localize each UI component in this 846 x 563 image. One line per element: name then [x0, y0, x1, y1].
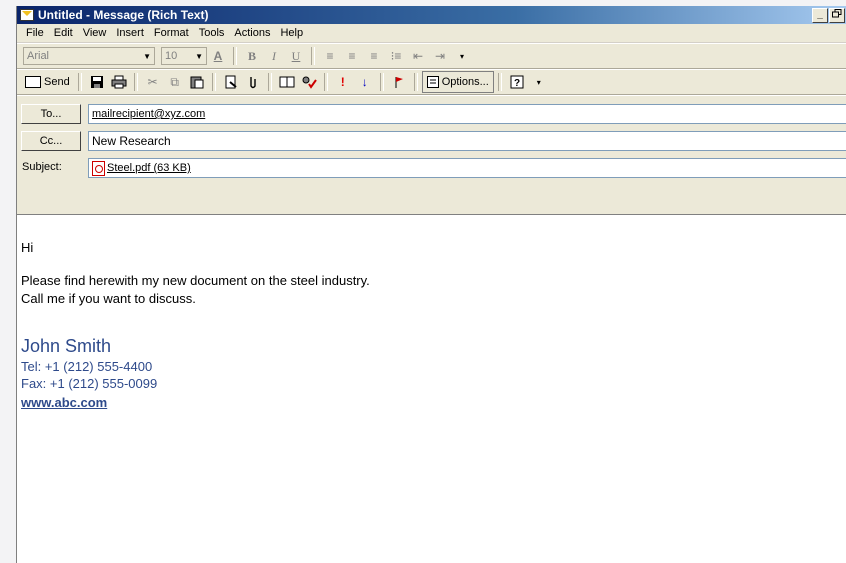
save-icon[interactable] [87, 72, 107, 92]
cc-field[interactable]: New Research [88, 131, 846, 151]
insert-file-icon[interactable] [221, 72, 241, 92]
window-controls: _ [812, 8, 845, 23]
help-icon[interactable]: ? [507, 72, 527, 92]
toolbar-separator [133, 73, 138, 91]
underline-button[interactable]: U [286, 46, 306, 66]
bullets-icon[interactable]: ⁝≡ [386, 46, 406, 66]
menu-edit[interactable]: Edit [49, 27, 78, 39]
minimize-button[interactable]: _ [812, 8, 828, 23]
options-button[interactable]: Options... [421, 71, 494, 93]
font-color-button[interactable]: A [208, 46, 228, 66]
restore-icon [832, 9, 842, 18]
send-button[interactable]: Send [21, 72, 74, 92]
menu-insert[interactable]: Insert [111, 27, 149, 39]
font-name-value: Arial [27, 50, 50, 62]
address-book-icon[interactable] [277, 72, 297, 92]
align-right-icon[interactable]: ≡ [364, 46, 384, 66]
envelope-icon [20, 9, 34, 21]
toolbar-separator [323, 73, 328, 91]
attachment-icon[interactable] [243, 72, 263, 92]
toolbar-separator [211, 73, 216, 91]
menu-file[interactable]: File [21, 27, 49, 39]
body-line-1: Please find herewith my new document on … [21, 273, 370, 288]
greeting-text: Hi [21, 240, 34, 255]
send-icon [25, 76, 41, 88]
desktop-edge [0, 0, 16, 563]
subject-label: Subject: [22, 161, 62, 173]
toolbar-separator [413, 73, 418, 91]
pdf-icon [92, 160, 105, 176]
increase-indent-icon[interactable]: ⇥ [430, 46, 450, 66]
signature-name: John Smith [21, 336, 112, 356]
check-names-icon[interactable] [299, 72, 319, 92]
subject-row: Subject: Steel.pdf (63 KB) [17, 158, 846, 180]
message-body[interactable]: Hi Please find herewith my new document … [17, 214, 846, 563]
toolbar-more-chevron-icon[interactable]: ▾ [529, 72, 549, 92]
print-icon[interactable] [109, 72, 129, 92]
toolbar-separator [311, 47, 315, 65]
toolbar-options-chevron-icon[interactable]: ▾ [452, 46, 472, 66]
to-button[interactable]: To... [21, 104, 81, 124]
message-header: To... mailrecipient@xyz.com Cc... New Re… [17, 95, 846, 192]
decrease-indent-icon[interactable]: ⇤ [408, 46, 428, 66]
to-field[interactable]: mailrecipient@xyz.com [88, 104, 846, 124]
signature-tel: Tel: +1 (212) 555-4400 [21, 359, 153, 374]
signature-website-link[interactable]: www.abc.com [21, 395, 107, 410]
cc-row: Cc... New Research [17, 131, 846, 153]
body-line-2: Call me if you want to discuss. [21, 291, 196, 306]
menu-tools[interactable]: Tools [194, 27, 230, 39]
paste-icon[interactable] [187, 72, 207, 92]
font-size-select[interactable]: 10 ▼ [161, 47, 207, 65]
high-importance-icon[interactable]: ! [333, 72, 353, 92]
cut-icon[interactable]: ✂ [143, 72, 163, 92]
toolbar-separator [497, 73, 502, 91]
cc-button[interactable]: Cc... [21, 131, 81, 151]
font-size-value: 10 [165, 50, 178, 62]
options-icon [426, 76, 439, 88]
window-title: Untitled - Message (Rich Text) [38, 8, 209, 22]
to-row: To... mailrecipient@xyz.com [17, 104, 846, 126]
align-left-icon[interactable]: ≡ [320, 46, 340, 66]
bold-button[interactable]: B [242, 46, 262, 66]
low-importance-icon[interactable]: ↓ [355, 72, 375, 92]
message-window: Untitled - Message (Rich Text) _ File Ed… [16, 6, 846, 563]
standard-toolbar: Send ✂ ⧉ ! ↓ Options... ? ▾ [17, 69, 846, 95]
toolbar-separator [233, 47, 237, 65]
menu-help[interactable]: Help [275, 27, 308, 39]
flag-icon[interactable] [389, 72, 409, 92]
attachment-link[interactable]: Steel.pdf (63 KB) [107, 162, 191, 174]
toolbar-separator [77, 73, 82, 91]
send-label: Send [44, 76, 70, 88]
svg-text:?: ? [514, 78, 520, 89]
menu-format[interactable]: Format [149, 27, 194, 39]
subject-field[interactable]: Steel.pdf (63 KB) [88, 158, 846, 178]
font-name-select[interactable]: Arial ▼ [23, 47, 155, 65]
menu-bar: File Edit View Insert Format Tools Actio… [17, 24, 846, 43]
formatting-toolbar: Arial ▼ 10 ▼ A B I U ≡ ≡ ≡ ⁝≡ ⇤ ⇥ ▾ [17, 43, 846, 69]
menu-actions[interactable]: Actions [229, 27, 275, 39]
toolbar-separator [379, 73, 384, 91]
copy-icon[interactable]: ⧉ [165, 72, 185, 92]
options-label: Options... [441, 76, 489, 88]
menu-view[interactable]: View [78, 27, 112, 39]
signature-fax: Fax: +1 (212) 555-0099 [21, 376, 158, 391]
toolbar-separator [267, 73, 272, 91]
title-bar: Untitled - Message (Rich Text) _ [17, 6, 846, 24]
align-center-icon[interactable]: ≡ [342, 46, 362, 66]
chevron-down-icon: ▼ [143, 51, 151, 61]
restore-button[interactable] [829, 8, 845, 23]
italic-button[interactable]: I [264, 46, 284, 66]
chevron-down-icon: ▼ [195, 51, 203, 61]
